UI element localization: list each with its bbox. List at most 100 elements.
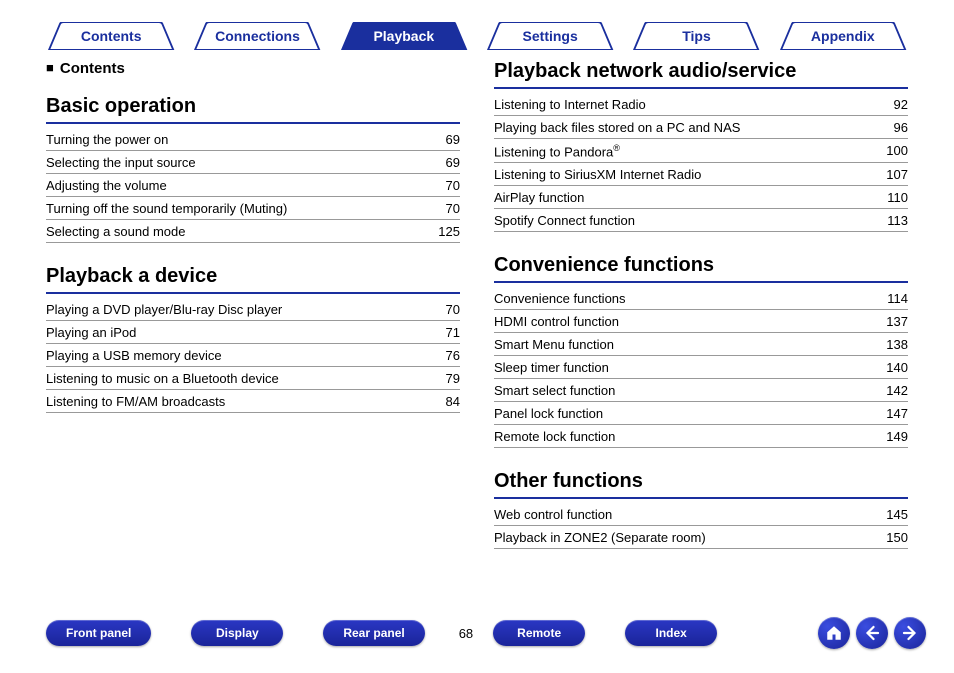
next-page-icon[interactable] [894, 617, 926, 649]
toc-row-label: AirPlay function [494, 190, 584, 205]
remote-button[interactable]: Remote [493, 620, 585, 646]
toc-row[interactable]: Listening to Pandora®100 [494, 139, 908, 163]
tab-settings[interactable]: Settings [477, 22, 623, 50]
tab-playback[interactable]: Playback [331, 22, 477, 50]
section-title: Other functions [494, 470, 908, 499]
home-icon[interactable] [818, 617, 850, 649]
toc-row-label: Listening to FM/AM broadcasts [46, 394, 225, 409]
toc-row[interactable]: Listening to music on a Bluetooth device… [46, 367, 460, 390]
toc-row-label: Sleep timer function [494, 360, 609, 375]
toc-row-page: 79 [446, 371, 460, 386]
toc-row[interactable]: Smart select function 142 [494, 379, 908, 402]
toc-row-page: 70 [446, 178, 460, 193]
tab-connections[interactable]: Connections [184, 22, 330, 50]
index-button[interactable]: Index [625, 620, 717, 646]
toc-row-label: Listening to Internet Radio [494, 97, 646, 112]
page-number: 68 [459, 626, 473, 641]
toc-row-label: Turning off the sound temporarily (Mutin… [46, 201, 287, 216]
tab-label: Settings [523, 28, 578, 44]
toc-section: Convenience functionsConvenience functio… [494, 254, 908, 448]
toc-section: Playback network audio/service Listening … [494, 60, 908, 232]
toc-row[interactable]: Listening to FM/AM broadcasts84 [46, 390, 460, 413]
toc-row-label: Playback in ZONE2 (Separate room) [494, 530, 706, 545]
toc-row-page: 71 [446, 325, 460, 340]
toc-row-page: 145 [886, 507, 908, 522]
toc-row-label: HDMI control function [494, 314, 619, 329]
right-column: Playback network audio/service Listening … [494, 60, 908, 593]
toc-row[interactable]: Listening to Internet Radio 92 [494, 93, 908, 116]
toc-row-label: Playing an iPod [46, 325, 136, 340]
toc-row-page: 138 [886, 337, 908, 352]
toc-row-label: Spotify Connect function [494, 213, 635, 228]
rear-panel-button[interactable]: Rear panel [323, 620, 424, 646]
toc-row-page: 70 [446, 201, 460, 216]
toc-row-page: 69 [446, 155, 460, 170]
toc-row-page: 110 [887, 190, 908, 205]
toc-row[interactable]: Sleep timer function 140 [494, 356, 908, 379]
registered-mark: ® [613, 143, 620, 153]
toc-row-label: Selecting a sound mode [46, 224, 185, 239]
tab-label: Tips [682, 28, 711, 44]
toc-row[interactable]: Listening to SiriusXM Internet Radio 107 [494, 163, 908, 186]
toc-row-label: Playing back files stored on a PC and NA… [494, 120, 740, 135]
toc-row[interactable]: Adjusting the volume70 [46, 174, 460, 197]
toc-row[interactable]: Playback in ZONE2 (Separate room) 150 [494, 526, 908, 549]
toc-section: Other functions Web control function 145 Pl… [494, 470, 908, 549]
toc-row-page: 76 [446, 348, 460, 363]
front-panel-button[interactable]: Front panel [46, 620, 151, 646]
toc-row-page: 96 [894, 120, 908, 135]
toc-row[interactable]: Web control function 145 [494, 503, 908, 526]
tab-label: Connections [215, 28, 300, 44]
page-body: Contents Basic operationTurning the powe… [46, 60, 908, 593]
tab-label: Appendix [811, 28, 875, 44]
toc-row-label: Selecting the input source [46, 155, 196, 170]
toc-row[interactable]: Turning the power on 69 [46, 128, 460, 151]
display-button[interactable]: Display [191, 620, 283, 646]
toc-row-page: 140 [886, 360, 908, 375]
toc-row-page: 69 [446, 132, 460, 147]
left-column: Contents Basic operationTurning the powe… [46, 60, 460, 593]
toc-row-label: Turning the power on [46, 132, 168, 147]
toc-row[interactable]: Spotify Connect function 113 [494, 209, 908, 232]
prev-page-icon[interactable] [856, 617, 888, 649]
toc-row[interactable]: Turning off the sound temporarily (Mutin… [46, 197, 460, 220]
toc-row[interactable]: Playing back files stored on a PC and NA… [494, 116, 908, 139]
toc-row-page: 150 [886, 530, 908, 545]
toc-row-label: Remote lock function [494, 429, 615, 444]
toc-section: Playback a devicePlaying a DVD player/Bl… [46, 265, 460, 413]
toc-row-label: Listening to music on a Bluetooth device [46, 371, 279, 386]
tab-label: Contents [81, 28, 142, 44]
bottom-bar: Front panel Display Rear panel 68 Remote Inde… [46, 615, 926, 651]
contents-heading: Contents [46, 60, 460, 77]
tab-contents[interactable]: Contents [38, 22, 184, 50]
toc-row-page: 137 [886, 314, 908, 329]
toc-row[interactable]: Selecting the input source 69 [46, 151, 460, 174]
section-title: Playback network audio/service [494, 60, 908, 89]
top-nav-tabs: Contents Connections Playback Settings Tips A… [38, 22, 916, 54]
toc-row-label: Smart select function [494, 383, 615, 398]
toc-row-page: 125 [438, 224, 460, 239]
toc-row[interactable]: HDMI control function 137 [494, 310, 908, 333]
toc-row[interactable]: Panel lock function147 [494, 402, 908, 425]
toc-row[interactable]: Smart Menu function138 [494, 333, 908, 356]
toc-row-page: 70 [446, 302, 460, 317]
toc-row[interactable]: Playing an iPod 71 [46, 321, 460, 344]
toc-row-label: Listening to SiriusXM Internet Radio [494, 167, 701, 182]
tab-tips[interactable]: Tips [623, 22, 769, 50]
toc-row-page: 107 [886, 167, 908, 182]
toc-row-label: Web control function [494, 507, 612, 522]
toc-row-label: Playing a USB memory device [46, 348, 222, 363]
tab-label: Playback [373, 28, 434, 44]
toc-row-page: 113 [887, 213, 908, 228]
toc-row[interactable]: Playing a DVD player/Blu-ray Disc player… [46, 298, 460, 321]
toc-row[interactable]: Remote lock function 149 [494, 425, 908, 448]
toc-row-page: 142 [886, 383, 908, 398]
toc-row-page: 149 [886, 429, 908, 444]
toc-row[interactable]: Convenience functions114 [494, 287, 908, 310]
toc-row[interactable]: Playing a USB memory device 76 [46, 344, 460, 367]
toc-row[interactable]: Selecting a sound mode 125 [46, 220, 460, 243]
toc-row-page: 92 [894, 97, 908, 112]
tab-appendix[interactable]: Appendix [770, 22, 916, 50]
toc-row[interactable]: AirPlay function 110 [494, 186, 908, 209]
toc-row-label: Playing a DVD player/Blu-ray Disc player [46, 302, 282, 317]
